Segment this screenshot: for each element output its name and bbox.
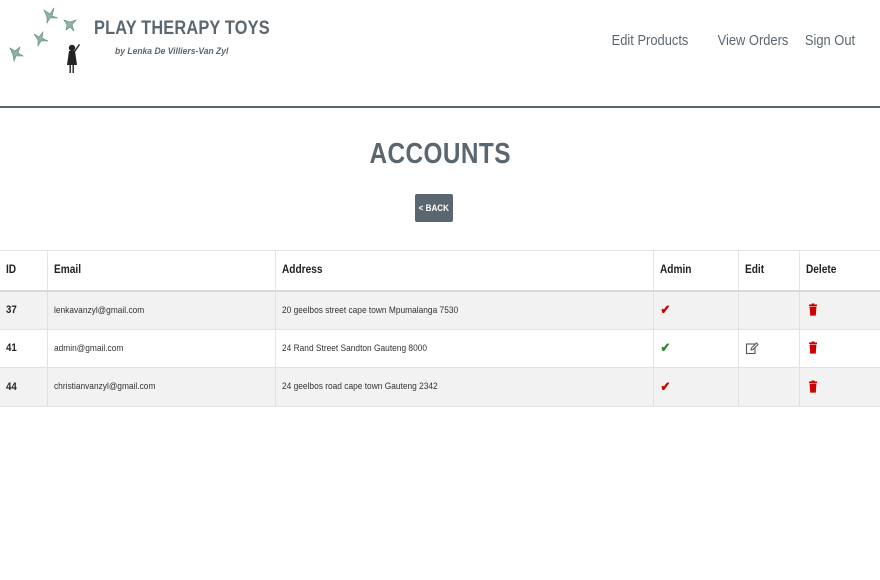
header-admin: Admin xyxy=(653,250,739,291)
site-header: PLAY THERAPY TOYS by Lenka De Villiers-V… xyxy=(0,0,880,108)
cell-id: 44 xyxy=(0,367,48,406)
accounts-table: ID Email Address Admin Edit Delete 37 le… xyxy=(0,250,880,407)
table-header-row: ID Email Address Admin Edit Delete xyxy=(0,250,880,291)
trash-icon[interactable] xyxy=(806,341,820,355)
cell-admin: ✔ xyxy=(653,329,739,368)
cell-edit xyxy=(738,367,800,406)
cell-delete xyxy=(799,368,880,407)
nav-sign-out[interactable]: Sign Out xyxy=(804,32,856,49)
check-icon: ✔ xyxy=(660,302,670,317)
header-edit: Edit xyxy=(738,250,800,291)
trash-icon[interactable] xyxy=(806,380,820,394)
cell-email: christianvanzyl@gmail.com xyxy=(47,367,276,406)
cell-delete xyxy=(799,291,880,330)
cell-address: 24 Rand Street Sandton Gauteng 8000 xyxy=(275,329,654,368)
edit-icon[interactable] xyxy=(745,341,759,355)
trash-icon[interactable] xyxy=(806,303,820,317)
cell-id: 37 xyxy=(0,290,48,329)
cell-admin: ✔ xyxy=(653,290,739,329)
check-icon: ✔ xyxy=(660,340,670,356)
header-address: Address xyxy=(275,250,654,291)
nav-edit-products[interactable]: Edit Products xyxy=(609,32,692,49)
cell-edit xyxy=(738,290,800,329)
brand-title: PLAY THERAPY TOYS xyxy=(94,18,270,39)
page-title: ACCOUNTS xyxy=(369,138,511,170)
cell-address: 24 geelbos road cape town Gauteng 2342 xyxy=(275,367,654,406)
table-row: 41 admin@gmail.com 24 Rand Street Sandto… xyxy=(0,329,880,368)
back-button[interactable]: < BACK xyxy=(415,194,453,222)
cell-email: admin@gmail.com xyxy=(47,329,276,368)
cell-address: 20 geelbos street cape town Mpumalanga 7… xyxy=(275,290,654,329)
cell-delete xyxy=(799,329,880,368)
header-id: ID xyxy=(0,250,48,291)
table-row: 44 christianvanzyl@gmail.com 24 geelbos … xyxy=(0,367,880,407)
header-email: Email xyxy=(47,250,276,291)
table-row: 37 lenkavanzyl@gmail.com 20 geelbos stre… xyxy=(0,290,880,330)
cell-admin: ✔ xyxy=(653,367,739,406)
header-delete: Delete xyxy=(805,264,836,277)
nav-view-orders[interactable]: View Orders xyxy=(716,32,790,49)
brand-subtitle: by Lenka De Villiers-Van Zyl xyxy=(115,46,229,57)
cell-edit xyxy=(738,329,800,368)
check-icon: ✔ xyxy=(660,378,670,394)
logo-birds-icon xyxy=(9,7,80,73)
cell-id: 41 xyxy=(0,329,48,368)
cell-email: lenkavanzyl@gmail.com xyxy=(47,290,276,329)
